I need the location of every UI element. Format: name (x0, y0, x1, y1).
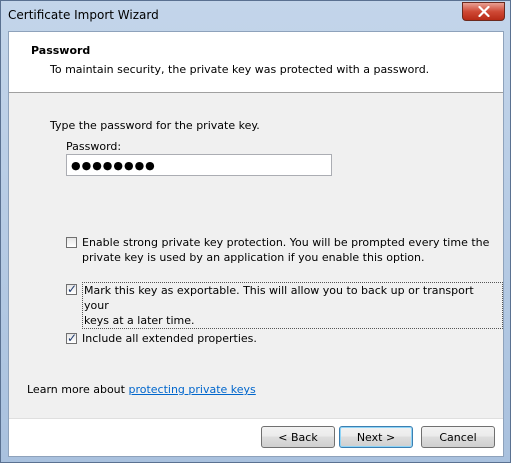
protecting-private-keys-link[interactable]: protecting private keys (128, 383, 255, 396)
checkmark-icon: ✓ (67, 331, 78, 345)
page-description: To maintain security, the private key wa… (50, 63, 430, 76)
strong-protection-label-line2: private key is used by an application if… (82, 251, 425, 264)
strong-protection-checkbox[interactable] (66, 237, 77, 248)
strong-protection-label-line1: Enable strong private key protection. Yo… (82, 236, 490, 249)
page-title: Password (31, 44, 91, 57)
extended-properties-label: Include all extended properties. (82, 332, 257, 345)
password-label: Password: (66, 140, 122, 153)
back-button[interactable]: < Back (261, 426, 335, 448)
option-strong-protection[interactable]: Enable strong private key protection. Yo… (66, 235, 489, 265)
close-button[interactable] (462, 2, 505, 21)
footer-divider (9, 418, 503, 419)
password-field[interactable]: ●●●●●●●● (66, 154, 332, 176)
next-button[interactable]: Next > (339, 426, 413, 448)
checkmark-icon: ✓ (67, 282, 78, 296)
window-title: Certificate Import Wizard (8, 8, 159, 22)
title-bar[interactable]: Certificate Import Wizard (1, 1, 510, 31)
extended-properties-checkbox[interactable]: ✓ (66, 331, 78, 345)
exportable-label: Mark this key as exportable. This will a… (82, 282, 503, 329)
cancel-button[interactable]: Cancel (421, 426, 495, 448)
learn-more: Learn more about protecting private keys (27, 383, 256, 396)
wizard-content: Password To maintain security, the priva… (8, 31, 504, 457)
wizard-window: Certificate Import Wizard Password To ma… (0, 0, 511, 463)
learn-more-prefix: Learn more about (27, 383, 129, 396)
exportable-label-line2: keys at a later time. (84, 314, 195, 327)
option-exportable[interactable]: ✓ Mark this key as exportable. This will… (66, 282, 503, 329)
exportable-checkbox[interactable]: ✓ (66, 282, 78, 296)
exportable-label-line1: Mark this key as exportable. This will a… (84, 284, 474, 312)
close-icon (477, 6, 490, 17)
password-prompt: Type the password for the private key. (50, 119, 260, 132)
strong-protection-label: Enable strong private key protection. Yo… (82, 235, 489, 265)
option-extended-properties[interactable]: ✓ Include all extended properties. (66, 331, 257, 346)
wizard-body: Type the password for the private key. P… (9, 93, 503, 418)
